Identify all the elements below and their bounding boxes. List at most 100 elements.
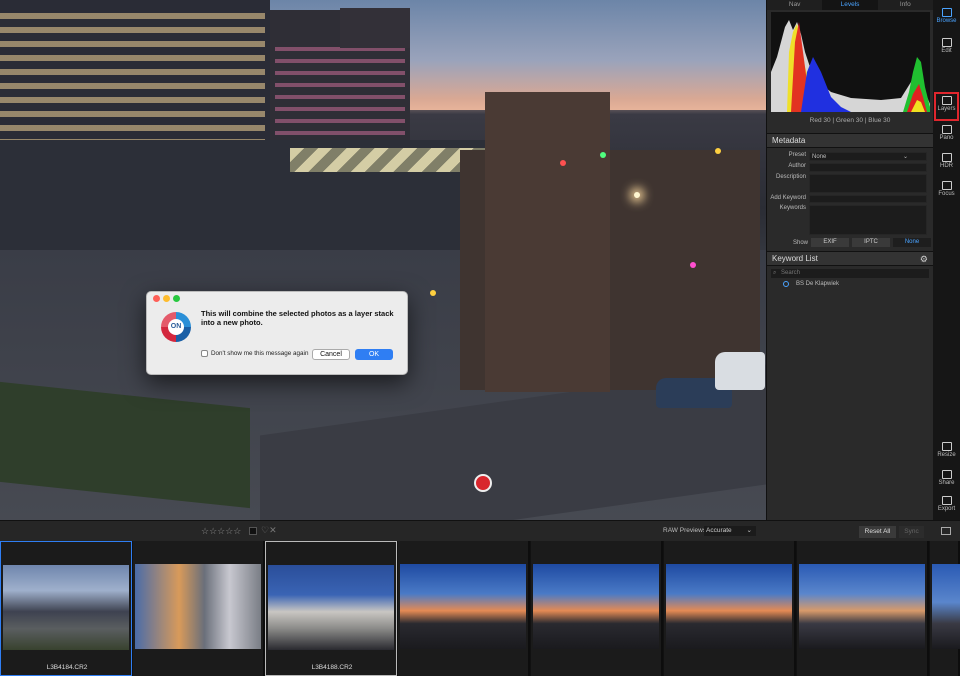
export-button[interactable]: Export (933, 496, 960, 512)
hdr-icon (941, 153, 952, 162)
keyword-checkbox[interactable] (783, 281, 789, 287)
pano-label: Pano (939, 135, 954, 141)
logo-text: ON (168, 319, 184, 335)
keyword-search-placeholder: Search (781, 270, 801, 276)
like-reject-icons[interactable]: ♡✕ (261, 525, 277, 536)
sync-button[interactable]: Sync (899, 526, 924, 538)
export-label: Export (937, 506, 956, 512)
photo-light (600, 152, 606, 158)
photo-car-white (715, 352, 765, 390)
right-panel: Nav Levels Info Red 30 | Green 30 | Blue… (766, 0, 933, 520)
thumbnail[interactable] (531, 541, 663, 676)
focus-button[interactable]: Focus (933, 181, 960, 197)
thumbnail-image (268, 565, 394, 650)
thumbnail[interactable] (664, 541, 796, 676)
photo-lamp (634, 192, 640, 198)
show-exif-button[interactable]: EXIF (811, 238, 850, 247)
show-none-button[interactable]: None (893, 238, 932, 247)
photo-building-windows (0, 10, 265, 145)
reset-all-button[interactable]: Reset All (859, 526, 896, 538)
filmstrip-toolbar: ☆☆☆☆☆ ♡✕ RAW Previews Accurate ⌄ Reset A… (0, 520, 960, 541)
thumbnail-image (666, 564, 792, 649)
ok-button[interactable]: OK (355, 349, 393, 360)
resize-label: Resize (937, 452, 956, 458)
panel-tabs: Nav Levels Info (767, 0, 933, 10)
main-photo-view[interactable]: ON This will combine the selected photos… (0, 0, 766, 520)
panel-toggle-icon[interactable] (941, 527, 951, 535)
resize-button[interactable]: Resize (933, 442, 960, 458)
raw-previews-select[interactable]: Accurate ⌄ (704, 526, 756, 536)
edit-button[interactable]: Edit (933, 38, 960, 54)
edit-sliders-icon (941, 38, 952, 47)
star-rating[interactable]: ☆☆☆☆☆ (201, 526, 241, 537)
thumbnail[interactable] (797, 541, 929, 676)
hdr-button[interactable]: HDR (933, 153, 960, 169)
on1-logo-icon: ON (161, 312, 191, 342)
photo-light (715, 148, 721, 154)
edit-label: Edit (941, 48, 952, 54)
cancel-button[interactable]: Cancel (312, 349, 350, 360)
author-field[interactable] (809, 163, 927, 172)
keywords-label: Keywords (779, 205, 806, 211)
thumbnail[interactable] (398, 541, 530, 676)
thumbnail[interactable] (133, 541, 265, 676)
color-label-swatch[interactable] (249, 527, 257, 535)
author-label: Author (788, 163, 806, 169)
show-label: Show (793, 239, 809, 246)
share-button[interactable]: Share (933, 470, 960, 486)
add-keyword-field[interactable] (809, 195, 927, 203)
dont-show-checkbox[interactable]: Don't show me this message again (201, 350, 308, 357)
chevron-down-icon: ⌄ (902, 154, 908, 160)
photo-light (690, 262, 696, 268)
layer-stack-dialog: ON This will combine the selected photos… (146, 291, 408, 375)
preset-select[interactable]: None ⌄ (809, 152, 927, 161)
keyword-label: BS De Klapwiek (796, 281, 840, 287)
description-label: Description (775, 174, 806, 180)
search-icon: ⌕ (773, 270, 777, 276)
add-keyword-row: Add Keyword (767, 195, 933, 203)
thumbnail-image (932, 564, 960, 649)
keyword-list-item[interactable]: BS De Klapwiek (767, 281, 933, 287)
checkbox-label: Don't show me this message again (211, 350, 309, 357)
module-toolbar: Browse Edit Layers Pano HDR Focus Resize (933, 0, 960, 520)
author-row: Author (767, 163, 933, 172)
browse-icon (941, 8, 952, 17)
share-icon (941, 470, 952, 479)
browse-label: Browse (936, 18, 957, 24)
tab-levels[interactable]: Levels (822, 0, 878, 10)
photo-no-entry-sign (474, 474, 492, 492)
rgb-readout: Red 30 | Green 30 | Blue 30 (809, 117, 891, 124)
close-window-button[interactable] (153, 295, 160, 302)
app-window: ON This will combine the selected photos… (0, 0, 960, 676)
show-iptc-button[interactable]: IPTC (852, 238, 891, 247)
dialog-message: This will combine the selected photos as… (201, 309, 394, 327)
keyword-search-input[interactable]: ⌕ Search (771, 269, 929, 278)
filmstrip: L3B4184.CR2 L3B4188.CR2 (0, 541, 960, 676)
share-label: Share (938, 480, 955, 486)
description-row: Description (767, 174, 933, 193)
gear-icon[interactable]: ⚙ (920, 252, 928, 266)
zoom-window-button[interactable] (173, 295, 180, 302)
raw-previews-label: RAW Previews (663, 527, 707, 534)
tab-info[interactable]: Info (877, 0, 933, 10)
preset-row: Preset None ⌄ (767, 152, 933, 161)
thumbnail[interactable]: L3B4188.CR2 (265, 541, 397, 676)
keywords-field[interactable] (809, 205, 927, 235)
thumbnail[interactable]: L3B4184.CR2 (0, 541, 132, 676)
show-row: Show EXIF IPTC None (767, 238, 933, 247)
keywords-row: Keywords (767, 205, 933, 235)
browse-button[interactable]: Browse (933, 8, 960, 24)
metadata-header[interactable]: Metadata (767, 133, 933, 148)
minimize-window-button[interactable] (163, 295, 170, 302)
tab-nav[interactable]: Nav (767, 0, 823, 10)
layers-highlight-box (934, 92, 959, 121)
thumbnail[interactable] (930, 541, 960, 676)
keyword-list-header[interactable]: Keyword List ⚙ (767, 251, 933, 266)
preset-label: Preset (788, 152, 806, 158)
description-field[interactable] (809, 174, 927, 193)
photo-building-top (340, 8, 410, 48)
checkbox-box[interactable] (201, 350, 208, 357)
photo-building-pink-windows (275, 40, 405, 135)
resize-icon (941, 442, 952, 451)
pano-button[interactable]: Pano (933, 125, 960, 141)
